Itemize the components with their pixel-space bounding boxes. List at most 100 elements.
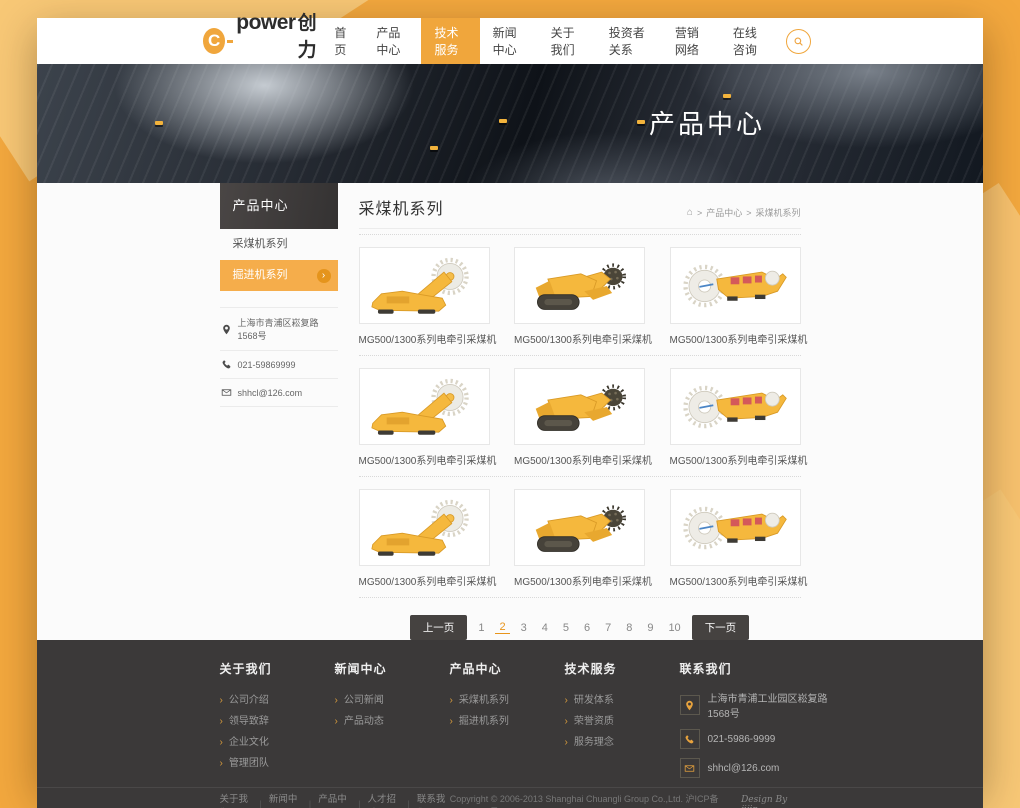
footer-link-company-intro[interactable]: 公司介绍	[220, 690, 335, 711]
section-title: 采煤机系列	[359, 195, 444, 219]
footer-link-rd-system[interactable]: 研发体系	[565, 690, 680, 711]
site-footer: 关于我们 公司介绍 领导致辞 企业文化 管理团队 新闻中心 公司新闻 产品动态 …	[37, 640, 983, 808]
footer-link-service-concept[interactable]: 服务理念	[565, 732, 680, 753]
email-icon	[680, 758, 700, 778]
footer-col-tech: 技术服务 研发体系 荣誉资质 服务理念	[565, 660, 680, 787]
footer-bottom-bar: 关于我们| 新闻中心| 产品中心| 人才招聘| 联系我们 Copyright ©…	[37, 787, 983, 808]
footer-address-row: 上海市青浦工业园区崧复路1568号	[680, 690, 846, 720]
product-image-shearer-disc-left	[670, 247, 801, 324]
product-card[interactable]: MG500/1300系列电牵引采煤机	[670, 368, 801, 467]
product-title: MG500/1300系列电牵引采煤机	[670, 573, 801, 588]
search-icon	[786, 29, 811, 54]
nav-item-home[interactable]: 首页	[321, 18, 363, 64]
nav-item-online-consult[interactable]: 在线咨询	[720, 18, 778, 64]
page-number-6[interactable]: 6	[580, 622, 594, 634]
nav-item-products[interactable]: 产品中心	[363, 18, 421, 64]
product-title: MG500/1300系列电牵引采煤机	[359, 452, 490, 467]
site-header: C power 创力 股票代码 / 603012 首页 产品中心 技术服务 新闻…	[37, 18, 983, 64]
product-title: MG500/1300系列电牵引采煤机	[359, 331, 490, 346]
phone-icon	[680, 729, 700, 749]
footer-link-product-news[interactable]: 产品动态	[335, 711, 450, 732]
breadcrumb-separator: >	[697, 208, 702, 218]
product-title: MG500/1300系列电牵引采煤机	[670, 331, 801, 346]
footer-link-culture[interactable]: 企业文化	[220, 732, 335, 753]
footer-email-row: shhcl@126.com	[680, 758, 846, 778]
product-card[interactable]: MG500/1300系列电牵引采煤机	[514, 247, 645, 346]
sidebar-email: shhcl@126.com	[238, 388, 303, 398]
home-icon[interactable]: ⌂	[687, 207, 693, 218]
page-number-5[interactable]: 5	[559, 622, 573, 634]
page-number-3[interactable]: 3	[517, 622, 531, 634]
product-card[interactable]: MG500/1300系列电牵引采煤机	[514, 489, 645, 588]
sidebar-item-shearer-series[interactable]: 采煤机系列	[220, 229, 338, 260]
product-grid: MG500/1300系列电牵引采煤机 MG500/1300系列电牵引采煤机 MG…	[359, 234, 801, 598]
sidebar-item-label: 掘进机系列	[233, 260, 288, 291]
copyright-text: Copyright © 2006-2013 Shanghai Chuangli …	[450, 792, 735, 808]
footer-col-title: 技术服务	[565, 660, 680, 677]
nav-item-investor[interactable]: 投资者关系	[596, 18, 662, 64]
page-number-9[interactable]: 9	[643, 622, 657, 634]
product-card[interactable]: MG500/1300系列电牵引采煤机	[359, 489, 490, 588]
product-card[interactable]: MG500/1300系列电牵引采煤机	[670, 489, 801, 588]
brand-logo[interactable]: C power 创力 股票代码 / 603012	[203, 18, 321, 64]
prev-page-button[interactable]: 上一页	[410, 615, 468, 640]
next-page-button[interactable]: 下一页	[692, 615, 750, 640]
product-title: MG500/1300系列电牵引采煤机	[514, 452, 645, 467]
product-card[interactable]: MG500/1300系列电牵引采煤机	[514, 368, 645, 467]
product-card[interactable]: MG500/1300系列电牵引采煤机	[359, 368, 490, 467]
page-number-2-current[interactable]: 2	[495, 621, 509, 634]
bottom-link-products[interactable]: 产品中心	[318, 791, 351, 808]
breadcrumb: ⌂ > 产品中心 > 采煤机系列	[687, 206, 801, 219]
content-area: 产品中心 采煤机系列 掘进机系列 › 上海市青浦区崧复路1568号 021-59…	[37, 183, 983, 640]
product-image-shearer-disc-right	[359, 368, 490, 445]
product-image-shearer-disc-left	[670, 489, 801, 566]
breadcrumb-products[interactable]: 产品中心	[706, 206, 742, 219]
footer-link-team[interactable]: 管理团队	[220, 753, 335, 774]
page-title: 产品中心	[649, 104, 765, 141]
page-number-4[interactable]: 4	[538, 622, 552, 634]
link-separator: |	[358, 799, 360, 808]
footer-email: shhcl@126.com	[708, 763, 780, 774]
site-page: C power 创力 股票代码 / 603012 首页 产品中心 技术服务 新闻…	[37, 18, 983, 790]
footer-link-honors[interactable]: 荣誉资质	[565, 711, 680, 732]
nav-item-news[interactable]: 新闻中心	[480, 18, 538, 64]
footer-phone-row: 021-5986-9999	[680, 729, 846, 749]
product-title: MG500/1300系列电牵引采煤机	[359, 573, 490, 588]
breadcrumb-separator: >	[746, 208, 751, 218]
product-card[interactable]: MG500/1300系列电牵引采煤机	[670, 247, 801, 346]
phone-icon	[221, 359, 232, 370]
nav-item-about[interactable]: 关于我们	[538, 18, 596, 64]
page-number-7[interactable]: 7	[601, 622, 615, 634]
footer-link-roadheader-series[interactable]: 掘进机系列	[450, 711, 565, 732]
search-button[interactable]	[786, 18, 811, 64]
location-pin-icon	[680, 695, 700, 715]
product-image-shearer-disc-left	[670, 368, 801, 445]
bottom-link-jobs[interactable]: 人才招聘	[368, 791, 401, 808]
footer-col-contact: 联系我们 上海市青浦工业园区崧复路1568号 021-5986-9999 shh…	[680, 660, 846, 787]
breadcrumb-current[interactable]: 采煤机系列	[755, 206, 800, 219]
page-number-1[interactable]: 1	[474, 622, 488, 634]
location-pin-icon	[221, 324, 232, 335]
footer-link-shearer-series[interactable]: 采煤机系列	[450, 690, 565, 711]
pagination: 上一页 1 2 3 4 5 6 7 8 9 10 下一页	[359, 615, 801, 640]
bottom-link-contact[interactable]: 联系我们	[417, 791, 450, 808]
main-nav: 首页 产品中心 技术服务 新闻中心 关于我们 投资者关系 营销网络 在线咨询	[321, 18, 811, 64]
sidebar-item-roadheader-series[interactable]: 掘进机系列 ›	[220, 260, 338, 291]
footer-col-about: 关于我们 公司介绍 领导致辞 企业文化 管理团队	[220, 660, 335, 787]
bottom-link-about[interactable]: 关于我们	[220, 791, 253, 808]
design-credit: Design By jijin	[741, 795, 800, 808]
page-number-10[interactable]: 10	[664, 622, 684, 634]
bottom-link-news[interactable]: 新闻中心	[269, 791, 302, 808]
footer-col-title: 联系我们	[680, 660, 846, 677]
product-card[interactable]: MG500/1300系列电牵引采煤机	[359, 247, 490, 346]
footer-link-leader-speech[interactable]: 领导致辞	[220, 711, 335, 732]
footer-address: 上海市青浦工业园区崧复路1568号	[708, 690, 846, 720]
nav-item-marketing[interactable]: 营销网络	[662, 18, 720, 64]
footer-bottom-links: 关于我们| 新闻中心| 产品中心| 人才招聘| 联系我们	[220, 791, 450, 808]
footer-col-title: 产品中心	[450, 660, 565, 677]
footer-link-company-news[interactable]: 公司新闻	[335, 690, 450, 711]
chevron-right-icon: ›	[317, 269, 331, 283]
page-number-8[interactable]: 8	[622, 622, 636, 634]
mine-truck	[430, 146, 438, 150]
nav-item-tech-service[interactable]: 技术服务	[421, 18, 479, 64]
